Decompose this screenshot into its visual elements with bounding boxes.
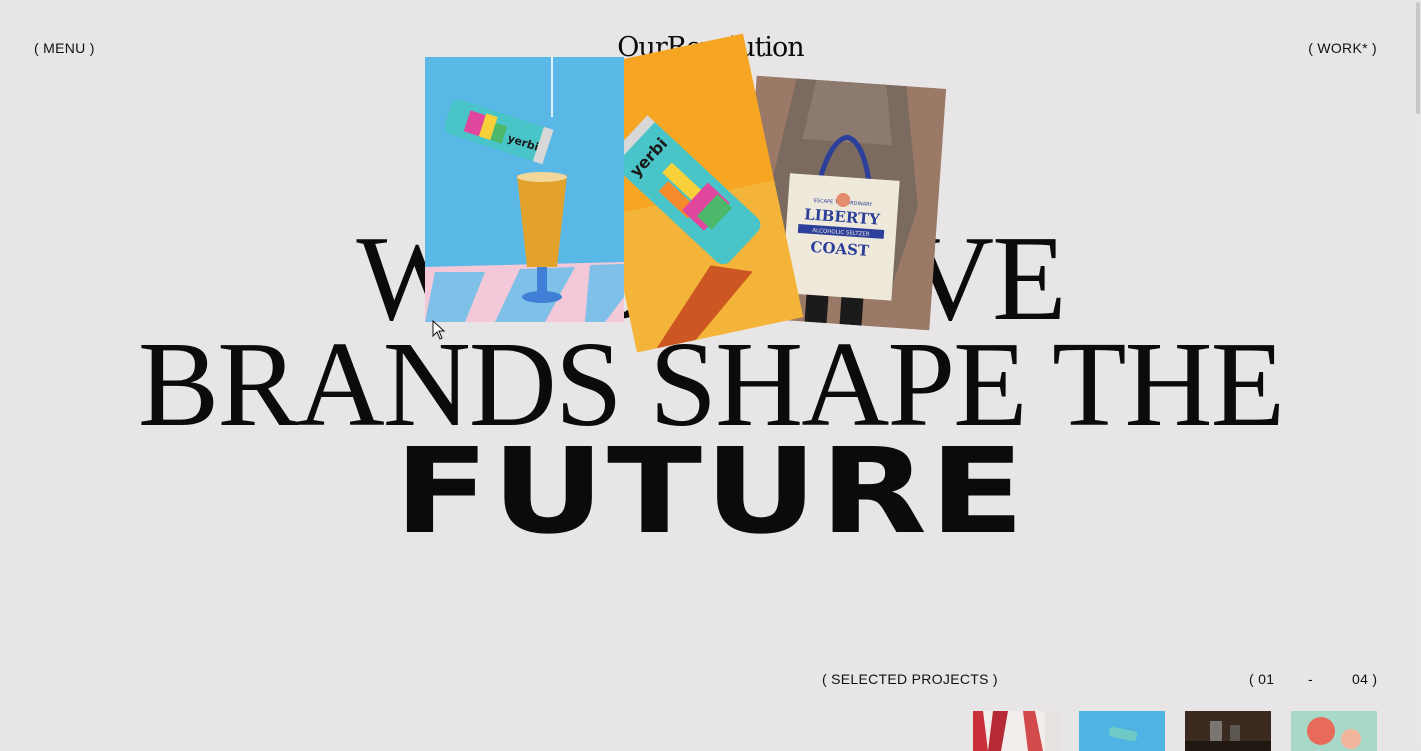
work-button[interactable]: ( WORK* ) — [1308, 40, 1377, 56]
page-scrollbar[interactable] — [1415, 0, 1421, 745]
drink-can-pour-photo: yerbi — [425, 57, 624, 322]
project-counter-end: 04 ) — [1352, 671, 1378, 687]
hero-headline-line-3: FUTURE — [394, 422, 1027, 560]
mouse-cursor-icon — [432, 320, 446, 340]
project-thumb-1[interactable] — [973, 711, 1059, 751]
project-thumb-3[interactable] — [1185, 711, 1271, 751]
project-thumb-4[interactable] — [1291, 711, 1377, 751]
project-counter-separator: - — [1308, 671, 1313, 687]
selected-projects-label: ( SELECTED PROJECTS ) — [822, 671, 998, 687]
scrollbar-thumb[interactable] — [1416, 2, 1420, 114]
project-counter-start: ( 01 — [1249, 671, 1275, 687]
project-thumb-2[interactable] — [1079, 711, 1165, 751]
